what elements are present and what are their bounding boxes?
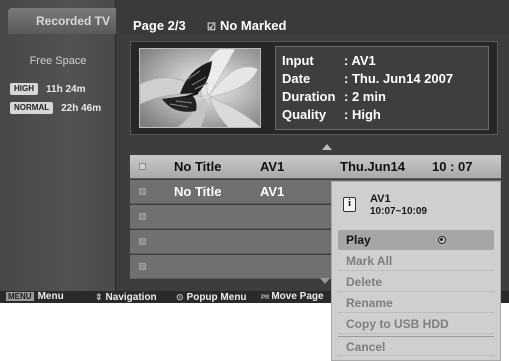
recording-date: Thu.Jun14 bbox=[340, 159, 406, 174]
recording-title: No Title bbox=[174, 159, 222, 174]
sidebar: Recorded TV Free Space HIGH 11h 24m NORM… bbox=[0, 0, 116, 291]
popup-source: AV1 bbox=[370, 193, 391, 205]
recording-source: AV1 bbox=[260, 184, 285, 199]
header: Page 2/3 ☑ No Marked bbox=[117, 0, 509, 35]
remaining-time-normal: 22h 46m bbox=[61, 102, 102, 114]
selected-radio-icon bbox=[438, 236, 446, 244]
page-indicator: Page 2/3 bbox=[133, 18, 186, 33]
recording-source: AV1 bbox=[260, 159, 285, 174]
footer-navigation: ⇕ Navigation bbox=[95, 292, 157, 303]
marked-status-label: No Marked bbox=[219, 18, 287, 33]
remaining-time-high: 11h 24m bbox=[46, 83, 86, 95]
scroll-up-arrow-icon[interactable] bbox=[322, 144, 332, 150]
ok-button-icon: ⊙ bbox=[176, 292, 184, 302]
mark-checkbox[interactable] bbox=[139, 188, 146, 195]
popup-menu: i AV1 10:07~10:09 Play Mark All Delete R… bbox=[331, 181, 501, 361]
menu-item-copy-to-usb-hdd[interactable]: Copy to USB HDD bbox=[338, 314, 494, 334]
footer-menu: MENU Menu bbox=[6, 291, 64, 302]
quality-row-normal: NORMAL 22h 46m bbox=[10, 101, 101, 115]
detail-quality: Quality: High bbox=[282, 107, 381, 122]
footer-popup-menu: ⊙ Popup Menu bbox=[176, 292, 247, 303]
recording-thumbnail bbox=[139, 48, 261, 128]
quality-row-high: HIGH 11h 24m bbox=[10, 82, 85, 96]
info-icon: i bbox=[343, 197, 356, 212]
recording-time: 10 : 07 bbox=[432, 159, 473, 174]
recording-info-panel: Input: AV1 Date: Thu. Jun14 2007 Duratio… bbox=[130, 41, 498, 135]
recorded-tv-tab[interactable]: Recorded TV bbox=[8, 8, 116, 34]
menu-item-cancel[interactable]: Cancel bbox=[338, 336, 494, 356]
menu-key-icon: MENU bbox=[6, 292, 34, 301]
recording-row[interactable]: No Title AV1 Thu.Jun14 10 : 07 bbox=[130, 155, 501, 179]
recording-title: No Title bbox=[174, 184, 222, 199]
mark-checkbox[interactable] bbox=[139, 213, 146, 220]
scroll-down-arrow-icon[interactable] bbox=[320, 278, 330, 284]
free-space-label: Free Space bbox=[29, 55, 87, 67]
marked-status: ☑ No Marked bbox=[207, 18, 286, 33]
mark-checkbox[interactable] bbox=[139, 163, 146, 170]
mark-checkbox[interactable] bbox=[139, 238, 146, 245]
menu-item-rename[interactable]: Rename bbox=[338, 293, 494, 313]
footer-move-page: PR Move Page bbox=[261, 291, 324, 302]
menu-item-play[interactable]: Play bbox=[338, 230, 494, 250]
quality-badge-high: HIGH bbox=[10, 83, 38, 95]
quality-badge-normal: NORMAL bbox=[10, 102, 54, 114]
navigation-arrows-icon: ⇕ bbox=[95, 292, 103, 302]
recording-details: Input: AV1 Date: Thu. Jun14 2007 Duratio… bbox=[275, 46, 489, 130]
pr-key-icon: PR bbox=[261, 295, 270, 301]
mark-checkbox[interactable] bbox=[139, 263, 146, 270]
detail-date: Date: Thu. Jun14 2007 bbox=[282, 71, 454, 86]
menu-item-mark-all[interactable]: Mark All bbox=[338, 251, 494, 271]
popup-header: i AV1 10:07~10:09 bbox=[338, 188, 494, 226]
butterfly-flower-image bbox=[140, 49, 260, 127]
detail-duration: Duration: 2 min bbox=[282, 89, 386, 104]
popup-time-range: 10:07~10:09 bbox=[370, 206, 427, 217]
marked-checkbox-icon: ☑ bbox=[207, 22, 216, 33]
detail-input: Input: AV1 bbox=[282, 53, 376, 68]
menu-item-delete[interactable]: Delete bbox=[338, 272, 494, 292]
